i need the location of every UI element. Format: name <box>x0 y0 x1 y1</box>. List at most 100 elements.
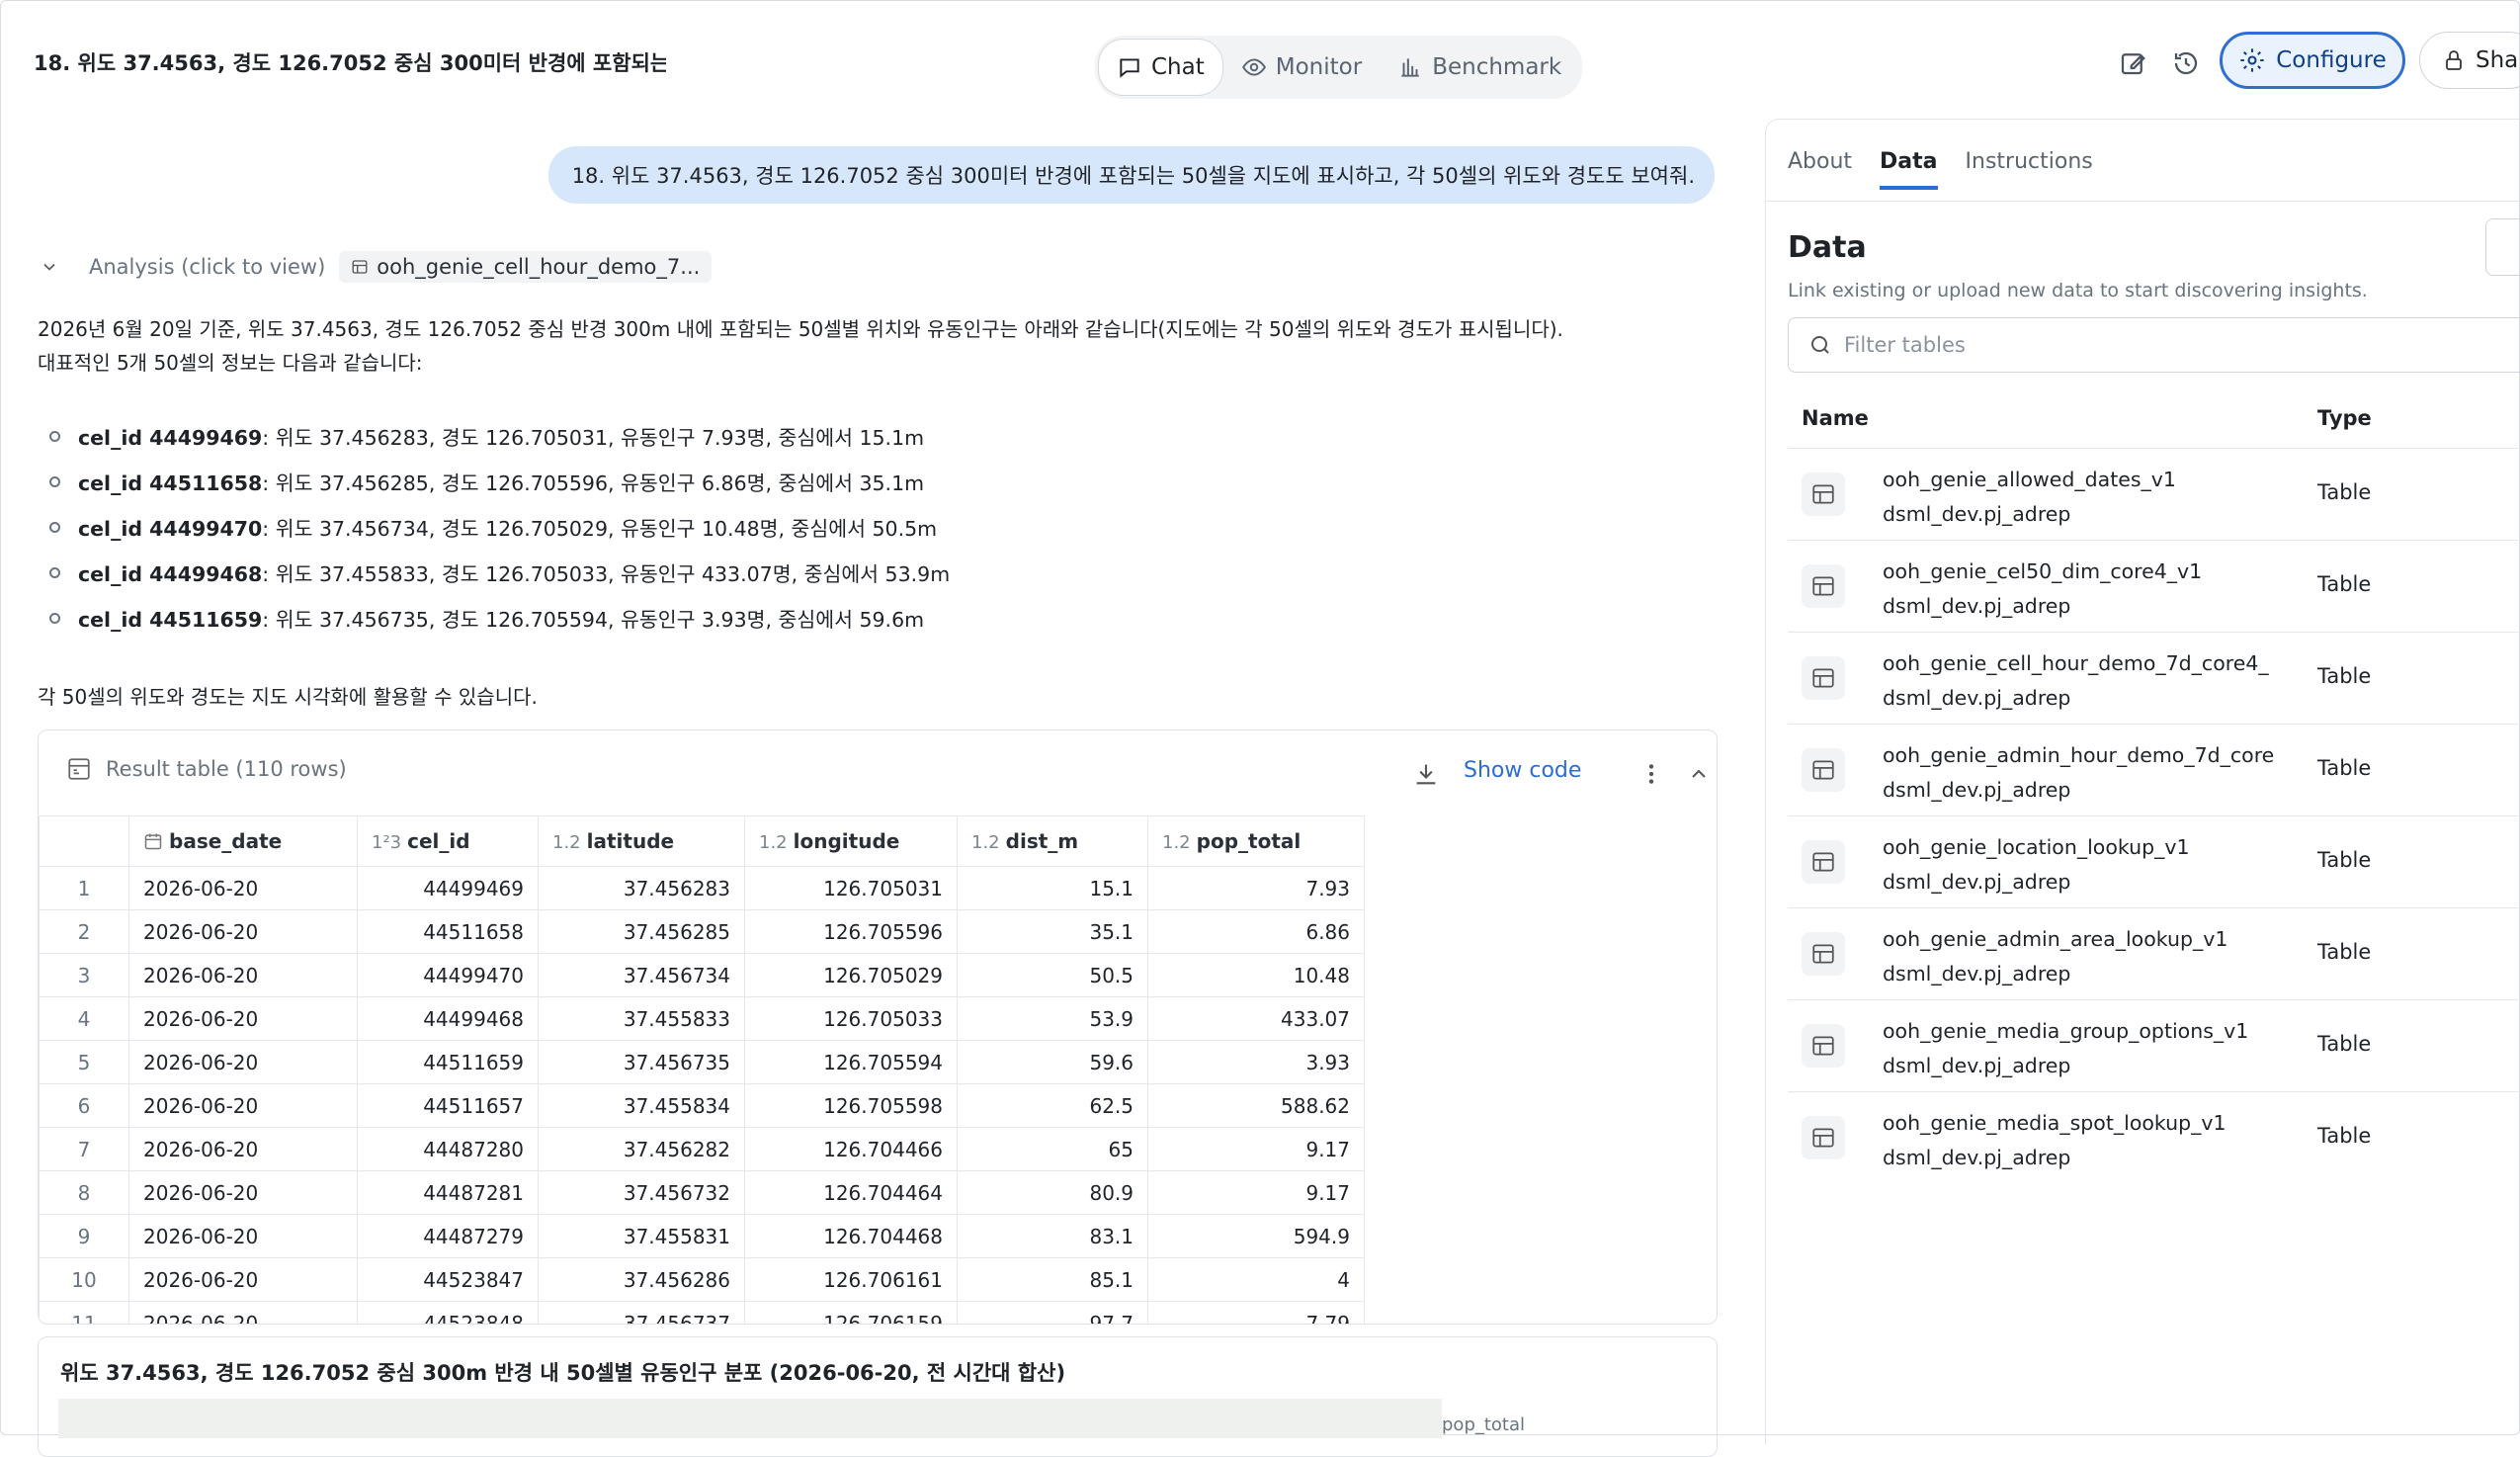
table-cell: 97.7 <box>957 1301 1148 1324</box>
table-cell: 8 <box>39 1170 129 1215</box>
table-cell: 594.9 <box>1147 1214 1365 1258</box>
lock-icon <box>2446 50 2462 70</box>
table-cell: 2026-06-20 <box>128 866 358 910</box>
table-cell: 126.705598 <box>744 1083 958 1128</box>
table-cell: 2026-06-20 <box>128 1040 358 1084</box>
tab-chat[interactable]: Chat <box>1098 39 1223 96</box>
list-item: cel_id 44499470: 위도 37.456734, 경도 126.70… <box>49 504 950 550</box>
table-row: 11 2026-06-20 44523848 37.456737 126.706159 9… <box>39 1301 1365 1324</box>
analysis-label: Analysis (click to view) <box>89 255 326 279</box>
table-name: ooh_genie_media_group_options_v1 dsml_dev… <box>1883 1019 2249 1077</box>
table-cell: 7.93 <box>1147 866 1365 910</box>
table-cell: 44499469 <box>357 866 539 910</box>
table-cell: 3.93 <box>1147 1040 1365 1084</box>
table-header[interactable]: 1.2 dist_m <box>957 815 1148 867</box>
tab-about[interactable]: About <box>1788 149 1852 190</box>
list-item[interactable]: ooh_genie_location_lookup_v1 dsml_dev.pj_… <box>1788 815 2520 907</box>
table-icon <box>1802 564 1845 608</box>
bullet-list: cel_id 44499469: 위도 37.456283, 경도 126.70… <box>49 413 950 641</box>
table-cell: 5 <box>39 1040 129 1084</box>
table-header[interactable]: 1.2 latitude <box>538 815 745 867</box>
tab-benchmark[interactable]: Benchmark <box>1380 39 1579 96</box>
table-cell: 2026-06-20 <box>128 909 358 954</box>
table-name: ooh_genie_admin_hour_demo_7d_core dsml_de… <box>1883 743 2275 802</box>
add-data-button[interactable] <box>2485 218 2520 276</box>
answer-intro-1: 2026년 6월 20일 기준, 위도 37.4563, 경도 126.7052… <box>38 317 1563 341</box>
result-table-card: Result table (110 rows) Show code base_d… <box>38 729 1718 1325</box>
table-header[interactable]: 1.2 pop_total <box>1147 815 1365 867</box>
edit-icon[interactable] <box>2113 43 2152 83</box>
table-icon <box>1802 932 1845 976</box>
table-type: Table <box>2317 480 2372 504</box>
table-header[interactable]: 1.2 longitude <box>744 815 958 867</box>
tab-monitor-label: Monitor <box>1275 54 1363 80</box>
chevron-up-icon[interactable] <box>1679 754 1717 794</box>
data-subtitle: Link existing or upload new data to star… <box>1788 280 2368 301</box>
configure-button[interactable]: Configure <box>2220 32 2405 89</box>
map-view[interactable] <box>58 1399 1442 1438</box>
share-label: Sha <box>2476 47 2519 73</box>
tab-data[interactable]: Data <box>1880 149 1938 190</box>
list-item[interactable]: ooh_genie_allowed_dates_v1 dsml_dev.pj_ad… <box>1788 448 2520 540</box>
table-cell: 37.456735 <box>538 1040 745 1084</box>
table-cell: 588.62 <box>1147 1083 1365 1128</box>
table-cell: 9.17 <box>1147 1127 1365 1171</box>
table-cell: 2026-06-20 <box>128 1127 358 1171</box>
list-item[interactable]: ooh_genie_cel50_dim_core4_v1 dsml_dev.pj_… <box>1788 540 2520 632</box>
data-side-panel: About Data Instructions Data Link existi… <box>1765 119 2520 1444</box>
table-cell: 44487279 <box>357 1214 539 1258</box>
table-cell: 37.455831 <box>538 1214 745 1258</box>
table-cell: 37.456734 <box>538 953 745 997</box>
table-header[interactable]: base_date <box>128 815 358 867</box>
mode-switcher: Chat Monitor Benchmark <box>1095 36 1583 99</box>
show-code-button[interactable]: Show code <box>1464 758 1581 783</box>
filter-placeholder: Filter tables <box>1844 333 1966 357</box>
tabs-divider <box>1766 201 2520 202</box>
table-cell: 11 <box>39 1301 129 1324</box>
analysis-table-chip[interactable]: ooh_genie_cell_hour_demo_7... <box>339 251 713 283</box>
table-cell: 10 <box>39 1257 129 1302</box>
table-cell: 37.456283 <box>538 866 745 910</box>
table-cell: 10.48 <box>1147 953 1365 997</box>
filter-tables-input[interactable]: Filter tables <box>1788 317 2520 373</box>
map-legend-label: pop_total <box>1442 1414 1526 1435</box>
table-cell: 44523847 <box>357 1257 539 1302</box>
share-button[interactable]: Sha <box>2419 32 2520 89</box>
table-cell: 126.705596 <box>744 909 958 954</box>
table-cell: 7 <box>39 1127 129 1171</box>
table-cell: 433.07 <box>1147 996 1365 1041</box>
list-item[interactable]: ooh_genie_media_group_options_v1 dsml_dev… <box>1788 999 2520 1091</box>
table-name: ooh_genie_media_spot_lookup_v1 dsml_dev.p… <box>1883 1111 2226 1169</box>
tab-chat-label: Chat <box>1151 54 1205 80</box>
analysis-toggle[interactable]: Analysis (click to view) ooh_genie_cell_… <box>40 249 713 285</box>
table-cell: 126.706161 <box>744 1257 958 1302</box>
table-cell: 59.6 <box>957 1040 1148 1084</box>
table-cell: 2026-06-20 <box>128 996 358 1041</box>
tab-instructions[interactable]: Instructions <box>1966 149 2093 190</box>
result-table-title: Result table (110 rows) <box>66 756 347 782</box>
table-type: Table <box>2317 1032 2372 1056</box>
list-item[interactable]: ooh_genie_admin_hour_demo_7d_core dsml_de… <box>1788 724 2520 815</box>
table-name: ooh_genie_admin_area_lookup_v1 dsml_dev.p… <box>1883 927 2228 986</box>
list-item[interactable]: ooh_genie_cell_hour_demo_7d_core4_ dsml_d… <box>1788 632 2520 724</box>
more-vertical-icon[interactable] <box>1632 754 1671 794</box>
history-icon[interactable] <box>2166 43 2206 83</box>
table-cell: 37.456282 <box>538 1127 745 1171</box>
table-cell: 37.456286 <box>538 1257 745 1302</box>
list-item[interactable]: ooh_genie_media_spot_lookup_v1 dsml_dev.p… <box>1788 1091 2520 1183</box>
table-cell: 35.1 <box>957 909 1148 954</box>
download-icon[interactable] <box>1406 754 1446 794</box>
table-row: 7 2026-06-20 44487280 37.456282 126.704466 65… <box>39 1127 1365 1171</box>
table-cell: 65 <box>957 1127 1148 1171</box>
table-header[interactable]: 1²3 cel_id <box>357 815 539 867</box>
table-name: ooh_genie_cel50_dim_core4_v1 dsml_dev.pj_… <box>1883 559 2203 618</box>
list-item[interactable]: ooh_genie_admin_area_lookup_v1 dsml_dev.p… <box>1788 907 2520 999</box>
table-cell: 50.5 <box>957 953 1148 997</box>
search-icon <box>1811 336 1829 354</box>
tab-monitor[interactable]: Monitor <box>1223 39 1380 96</box>
table-cell: 44511657 <box>357 1083 539 1128</box>
table-icon <box>1802 656 1845 700</box>
table-icon <box>1802 472 1845 516</box>
table-cell: 2 <box>39 909 129 954</box>
table-row: 3 2026-06-20 44499470 37.456734 126.705029 50… <box>39 953 1365 997</box>
